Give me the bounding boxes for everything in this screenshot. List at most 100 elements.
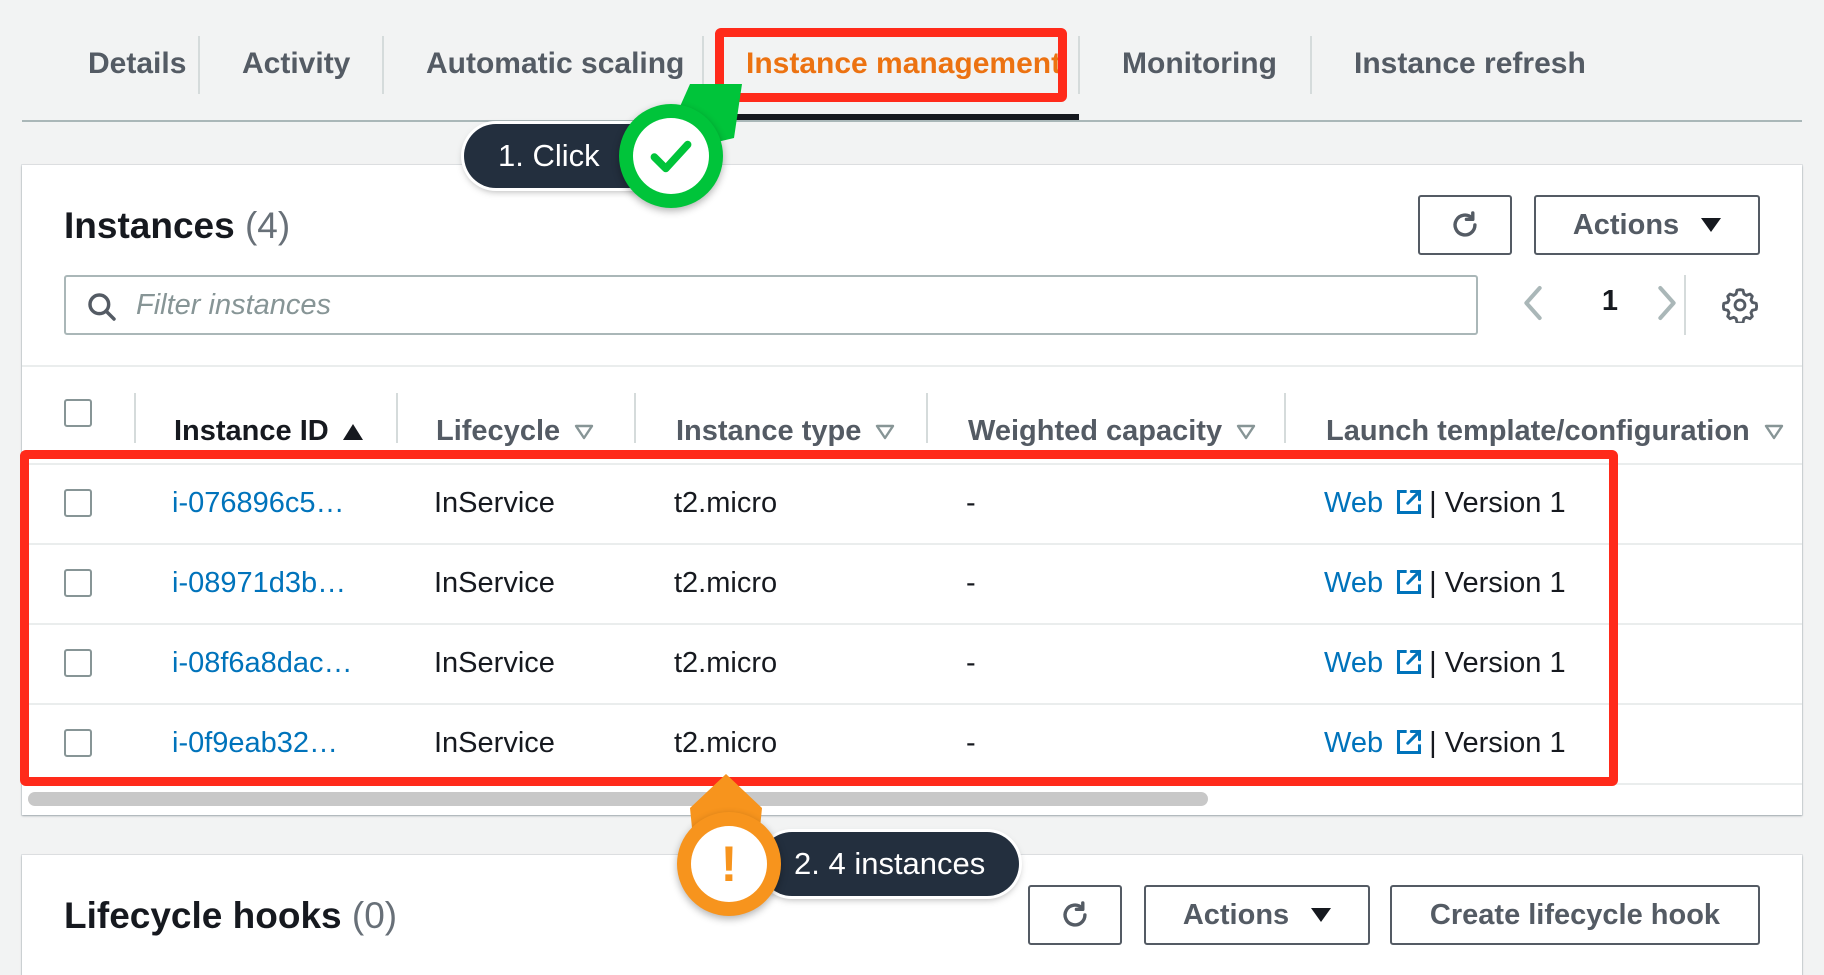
table-top-border <box>22 365 1802 367</box>
active-tab-indicator <box>715 114 1079 120</box>
row-divider <box>22 783 1802 785</box>
launch-template-cell: Web | Version 1 <box>1324 727 1566 760</box>
tab-bar: Details Activity Automatic scaling Insta… <box>22 0 1802 122</box>
row-checkbox[interactable] <box>64 489 92 517</box>
launch-template-link[interactable]: Web <box>1324 647 1383 679</box>
pager-divider <box>1684 275 1686 335</box>
tab-divider <box>382 36 384 94</box>
instance-id-link[interactable]: i-08f6a8dac… <box>172 647 353 680</box>
template-version: | Version 1 <box>1429 487 1566 519</box>
external-link-icon[interactable] <box>1395 488 1423 516</box>
row-divider <box>22 543 1802 545</box>
launch-template-cell: Web | Version 1 <box>1324 567 1566 600</box>
instance-id-link[interactable]: i-0f9eab32… <box>172 727 338 760</box>
launch-template-link[interactable]: Web <box>1324 727 1383 759</box>
sort-icon <box>1236 424 1256 439</box>
external-link-icon[interactable] <box>1395 648 1423 676</box>
launch-template-cell: Web | Version 1 <box>1324 647 1566 680</box>
gear-icon[interactable] <box>1722 287 1758 323</box>
lifecycle-cell: InService <box>434 487 555 519</box>
previous-page-icon[interactable] <box>1518 283 1548 323</box>
column-header-launch-template[interactable]: Launch template/configuration <box>1326 415 1784 448</box>
step-2-marker-inner: ! <box>691 826 767 902</box>
instance-type-cell: t2.micro <box>674 487 778 519</box>
instances-actions-button[interactable]: Actions <box>1534 195 1760 255</box>
launch-template-link[interactable]: Web <box>1324 487 1383 519</box>
lifecycle-cell: InService <box>434 727 555 759</box>
external-link-icon[interactable] <box>1395 728 1423 756</box>
hooks-refresh-button[interactable] <box>1028 885 1122 945</box>
lifecycle-hooks-count: (0) <box>351 895 398 936</box>
lifecycle-cell: InService <box>434 567 555 599</box>
column-header-label: Weighted capacity <box>968 415 1223 447</box>
column-header-instance-type[interactable]: Instance type <box>676 415 895 448</box>
table-header-divider <box>22 463 1802 465</box>
column-divider <box>1284 393 1286 443</box>
sort-ascending-icon <box>342 423 363 440</box>
external-link-icon[interactable] <box>1395 568 1423 596</box>
column-header-label: Instance type <box>676 415 862 447</box>
column-divider <box>634 393 636 443</box>
step-2-marker: ! <box>677 812 781 916</box>
column-header-label: Lifecycle <box>436 415 561 447</box>
step-1-marker-inner <box>633 118 709 194</box>
template-version: | Version 1 <box>1429 567 1566 599</box>
exclamation-icon: ! <box>720 836 738 892</box>
row-checkbox[interactable] <box>64 729 92 757</box>
filter-instances-input[interactable] <box>134 285 1434 325</box>
next-page-icon[interactable] <box>1652 283 1682 323</box>
row-divider <box>22 703 1802 705</box>
column-header-weighted-capacity[interactable]: Weighted capacity <box>968 415 1256 448</box>
step-2-callout: 2. 4 instances <box>760 832 1020 896</box>
row-divider <box>22 623 1802 625</box>
tab-monitoring[interactable]: Monitoring <box>1082 34 1317 94</box>
actions-label: Actions <box>1572 208 1680 241</box>
tab-divider <box>1310 36 1312 94</box>
template-version: | Version 1 <box>1429 727 1566 759</box>
lifecycle-cell: InService <box>434 647 555 679</box>
step-1-marker <box>619 104 723 208</box>
hooks-actions-button[interactable]: Actions <box>1144 885 1370 945</box>
row-checkbox[interactable] <box>64 569 92 597</box>
lifecycle-hooks-title-text: Lifecycle hooks <box>64 895 342 936</box>
select-all-checkbox[interactable] <box>64 399 92 427</box>
create-lifecycle-hook-button[interactable]: Create lifecycle hook <box>1390 885 1760 945</box>
column-header-label: Launch template/configuration <box>1326 415 1750 447</box>
instances-title-text: Instances <box>64 205 235 246</box>
sort-icon <box>1764 424 1783 439</box>
instance-id-link[interactable]: i-08971d3b… <box>172 567 346 600</box>
actions-label: Actions <box>1182 898 1290 931</box>
weighted-capacity-cell: - <box>966 487 976 519</box>
filter-instances-field[interactable] <box>64 275 1478 335</box>
instance-type-cell: t2.micro <box>674 647 778 679</box>
tab-instance-refresh[interactable]: Instance refresh <box>1314 34 1626 94</box>
tab-divider <box>198 36 200 94</box>
instances-count: (4) <box>244 205 291 246</box>
row-checkbox[interactable] <box>64 649 92 677</box>
template-version: | Version 1 <box>1429 647 1566 679</box>
weighted-capacity-cell: - <box>966 727 976 759</box>
tab-divider <box>1078 36 1080 94</box>
column-header-instance-id[interactable]: Instance ID <box>174 415 363 448</box>
refresh-icon <box>1063 901 1087 927</box>
launch-template-cell: Web | Version 1 <box>1324 487 1566 520</box>
sort-icon <box>876 424 895 439</box>
column-header-lifecycle[interactable]: Lifecycle <box>436 415 594 448</box>
column-divider <box>396 393 398 443</box>
instances-title: Instances (4) <box>64 205 290 247</box>
refresh-button[interactable] <box>1418 195 1512 255</box>
column-divider <box>134 393 136 443</box>
checkmark-icon <box>650 140 692 173</box>
launch-template-link[interactable]: Web <box>1324 567 1383 599</box>
instance-type-cell: t2.micro <box>674 567 778 599</box>
weighted-capacity-cell: - <box>966 647 976 679</box>
instance-id-link[interactable]: i-076896c5… <box>172 487 345 520</box>
lifecycle-hooks-title: Lifecycle hooks (0) <box>64 895 397 937</box>
tab-activity[interactable]: Activity <box>202 34 390 94</box>
instances-panel: Instances (4) Actions 1 Instance ID <box>22 165 1802 815</box>
caret-down-icon <box>1701 218 1722 232</box>
tab-instance-management[interactable]: Instance management <box>706 34 1101 94</box>
weighted-capacity-cell: - <box>966 567 976 599</box>
current-page-number[interactable]: 1 <box>1595 285 1625 318</box>
horizontal-scrollbar[interactable] <box>28 792 1208 806</box>
